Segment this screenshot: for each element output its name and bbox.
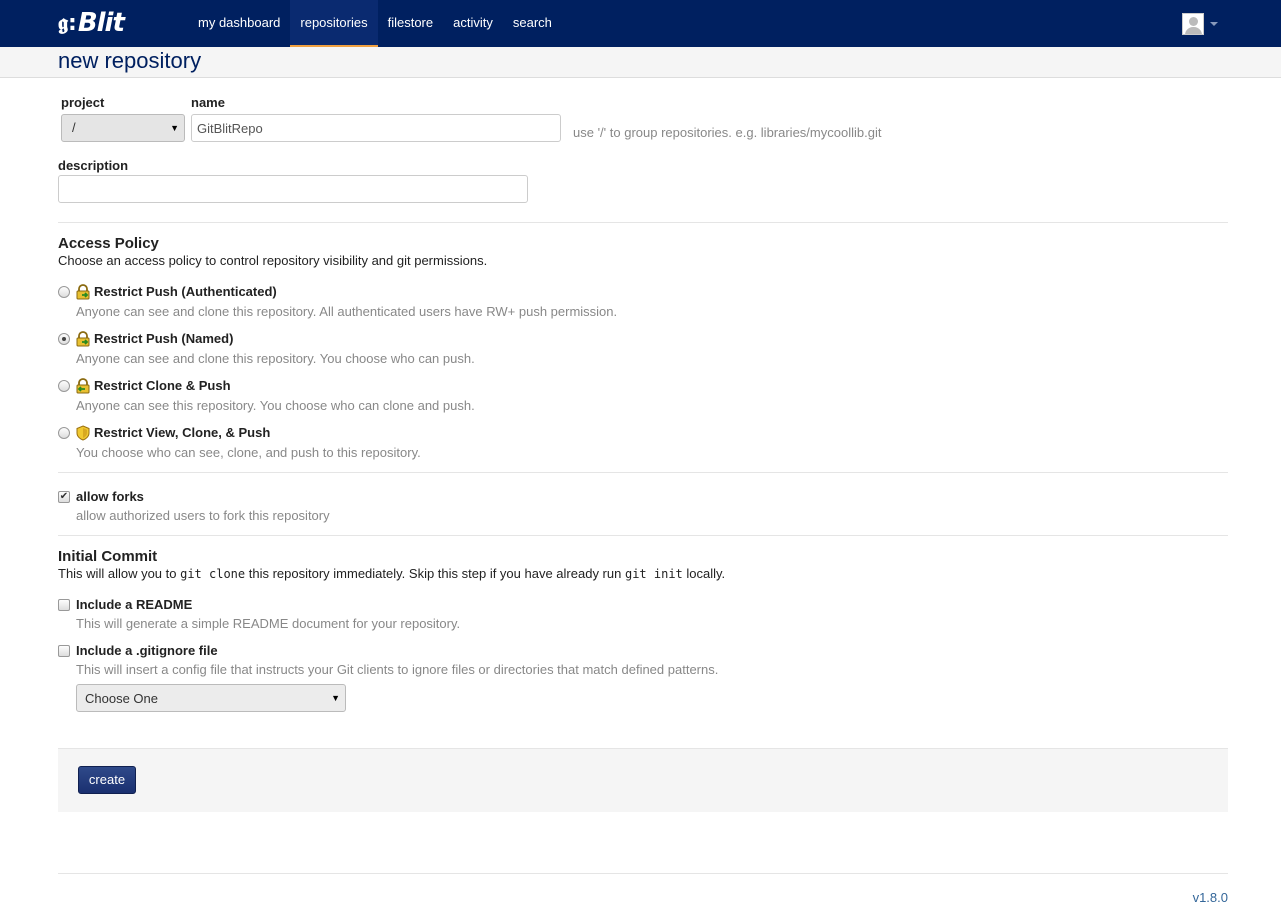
main-nav: my dashboard repositories filestore acti…	[188, 0, 562, 47]
name-input[interactable]	[191, 114, 561, 142]
allow-forks-checkbox[interactable]: ✔	[58, 491, 70, 503]
include-gitignore-description: This will insert a config file that inst…	[76, 662, 719, 677]
radio-restrict-push-authenticated[interactable]	[58, 286, 70, 298]
project-select[interactable]: / ▼	[61, 114, 185, 142]
allow-forks-description: allow authorized users to fork this repo…	[76, 508, 330, 523]
option-description: Anyone can see and clone this repository…	[76, 304, 618, 319]
description-label: description	[58, 158, 129, 173]
radio-restrict-clone-push[interactable]	[58, 380, 70, 392]
include-readme-description: This will generate a simple README docum…	[76, 616, 461, 631]
project-select-value: /	[72, 120, 76, 135]
include-readme-label[interactable]: Include a README	[76, 597, 192, 612]
option-label[interactable]: Restrict Push (Named)	[94, 331, 233, 346]
include-gitignore-label[interactable]: Include a .gitignore file	[76, 643, 218, 658]
lock-push-icon	[76, 284, 90, 300]
description-input[interactable]	[58, 175, 528, 203]
nav-activity[interactable]: activity	[443, 0, 503, 47]
divider	[58, 472, 1228, 473]
shield-icon	[76, 425, 90, 441]
option-description: Anyone can see and clone this repository…	[76, 351, 475, 366]
gitignore-select[interactable]: Choose One ▼	[76, 684, 346, 712]
create-button[interactable]: create	[78, 766, 136, 794]
lock-pull-icon	[76, 378, 90, 394]
allow-forks-label[interactable]: allow forks	[76, 489, 144, 504]
include-gitignore-checkbox[interactable]	[58, 645, 70, 657]
code-git-init: git init	[624, 567, 683, 581]
name-label: name	[191, 95, 225, 110]
chevron-down-icon[interactable]	[1210, 22, 1218, 26]
radio-restrict-push-named[interactable]	[58, 333, 70, 345]
page-title: new repository	[58, 48, 202, 73]
access-policy-description: Choose an access policy to control repos…	[58, 253, 488, 268]
gitblit-logo[interactable]: 𝖌: Blit	[58, 6, 125, 40]
gitignore-select-value: Choose One	[85, 691, 158, 706]
nav-repositories[interactable]: repositories	[290, 0, 378, 47]
option-description: Anyone can see this repository. You choo…	[76, 398, 475, 413]
radio-restrict-view-clone-push[interactable]	[58, 427, 70, 439]
top-navbar: 𝖌: Blit my dashboard repositories filest…	[0, 0, 1281, 47]
user-menu[interactable]	[1182, 13, 1218, 35]
option-label[interactable]: Restrict View, Clone, & Push	[94, 425, 270, 440]
initial-commit-description: This will allow you to git clone this re…	[58, 566, 726, 581]
initial-commit-title: Initial Commit	[58, 548, 158, 565]
include-readme-checkbox[interactable]	[58, 599, 70, 611]
option-label[interactable]: Restrict Push (Authenticated)	[94, 284, 277, 299]
dropdown-arrow-icon: ▼	[170, 123, 179, 133]
nav-my-dashboard[interactable]: my dashboard	[188, 0, 290, 47]
nav-filestore[interactable]: filestore	[378, 0, 444, 47]
code-git-clone: git clone	[180, 567, 246, 581]
name-help-text: use '/' to group repositories. e.g. libr…	[573, 125, 882, 140]
page-header: new repository	[0, 47, 1281, 78]
nav-search[interactable]: search	[503, 0, 562, 47]
option-label[interactable]: Restrict Clone & Push	[94, 378, 231, 393]
project-label: project	[61, 95, 105, 110]
lock-push-icon	[76, 331, 90, 347]
logo-text: Blit	[77, 8, 125, 38]
option-description: You choose who can see, clone, and push …	[76, 445, 421, 460]
form-actions: create	[58, 748, 1228, 812]
dropdown-arrow-icon: ▼	[331, 693, 340, 703]
divider	[58, 535, 1228, 536]
footer-divider	[58, 873, 1228, 874]
version-label: v1.8.0	[1192, 890, 1228, 905]
logo-mark: 𝖌:	[58, 10, 77, 36]
access-policy-title: Access Policy	[58, 235, 159, 252]
divider	[58, 222, 1228, 223]
avatar[interactable]	[1182, 13, 1204, 35]
